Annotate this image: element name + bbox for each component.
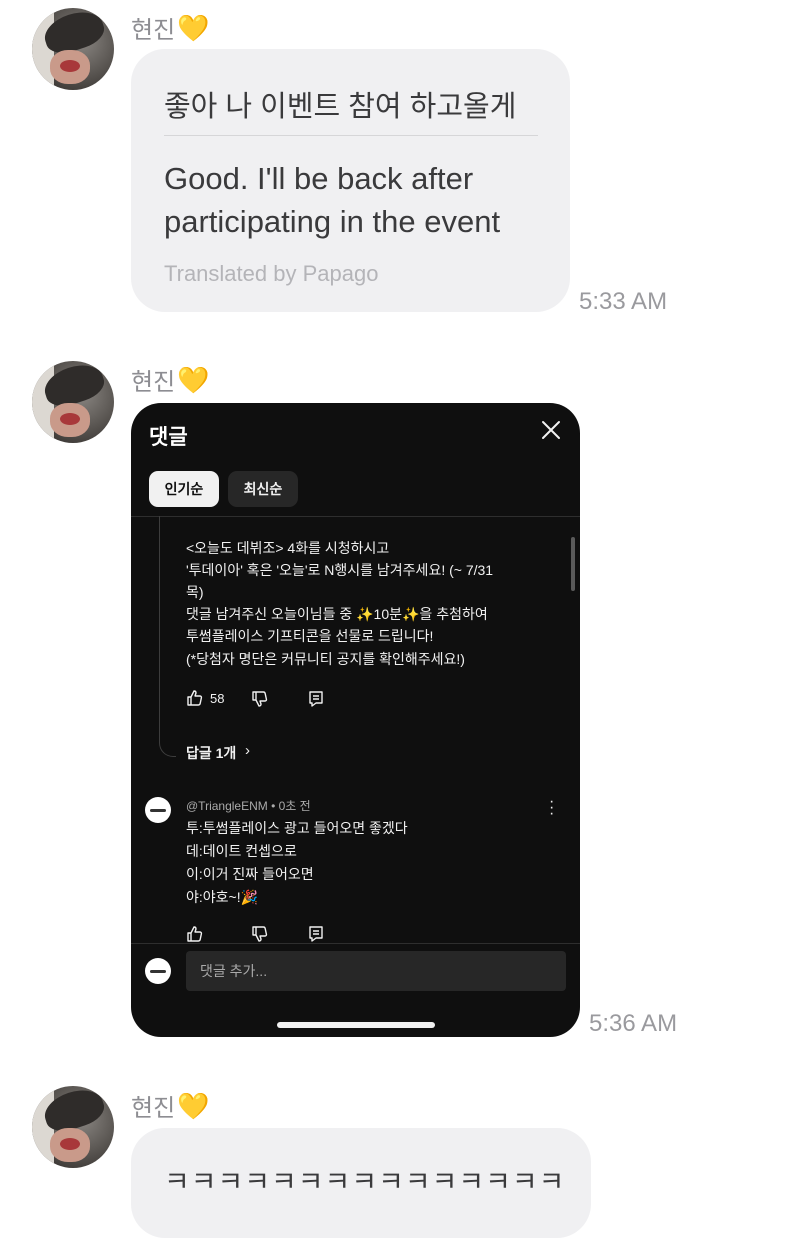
comment-line: 투썸플레이스 기프티콘을 선물로 드립니다! [186,628,434,644]
comment-line: 목) [186,584,204,600]
translation-divider [164,135,538,136]
comment-line: <오늘도 데뷔조> 4화를 시청하시고 [186,540,390,556]
avatar[interactable] [32,361,114,443]
comment-author: @TriangleENM • 0초 전 [186,799,311,813]
heart-icon: 💛 [177,1090,210,1121]
comments-title: 댓글 [149,426,188,449]
message-bubble[interactable]: 좋아 나 이벤트 참여 하고올게 Good. I'll be back afte… [131,49,570,312]
tab-latest: 최신순 [228,471,298,507]
sender-name: 현진 💛 [131,1088,210,1123]
avatar[interactable] [32,1086,114,1168]
scrollbar [571,537,575,591]
message-bubble[interactable]: ㅋㅋㅋㅋㅋㅋㅋㅋㅋㅋㅋㅋㅋㅋㅋ [131,1128,591,1238]
sender-label: 현진 [131,369,176,396]
comment-line: (*당첨자 명단은 커뮤니티 공지를 확인해주세요!) [186,651,465,667]
reply-line: 데:데이트 컨셉으로 [186,843,297,859]
chevron-right-icon: › [245,742,250,759]
heart-icon: 💛 [177,364,210,395]
replies-toggle: 답글 1개 [186,745,237,761]
sender-name: 현진 💛 [131,10,210,45]
thumbs-up-icon [187,690,203,706]
reply-line: 투:투썸플레이스 광고 들어오면 좋겠다 [186,820,408,836]
translated-by-label: Translated by Papago [164,261,379,286]
home-indicator [277,1022,435,1028]
sender-label: 현진 [131,1095,176,1122]
message-time: 5:36 AM [589,1010,678,1037]
tab-popular: 인기순 [149,471,219,507]
divider [131,943,580,944]
comment-line: 댓글 남겨주신 오늘이님들 중 ✨10분✨을 추첨하여 [186,606,488,622]
thumbs-down-icon [252,926,268,942]
like-action: 58 [186,689,224,707]
reply-line: 이:이거 진짜 들어오면 [186,866,314,882]
divider [131,516,580,517]
like-count: 58 [210,690,225,706]
reply-icon [309,691,323,707]
comment-line: '투데이아' 혹은 '오늘'로 N행시를 남겨주세요! (~ 7/31 [186,562,494,578]
close-icon [542,421,560,439]
sender-label: 현진 [131,17,176,44]
message-text-translation: Good. I'll be back after participating i… [164,161,501,239]
sender-name: 현진 💛 [131,362,210,397]
reply-line: 야:야호~!🎉 [186,889,259,905]
message-time: 5:33 AM [579,288,668,315]
reply-icon [309,926,323,942]
thumbs-down-icon [252,691,268,707]
more-options-icon: · · · [549,793,555,822]
thumbs-up-icon [187,926,203,942]
user-avatar [145,958,171,984]
message-text-korean: 좋아 나 이벤트 참여 하고올게 [164,91,517,123]
message-text: ㅋㅋㅋㅋㅋㅋㅋㅋㅋㅋㅋㅋㅋㅋㅋ [164,1166,566,1197]
avatar[interactable] [32,8,114,90]
screenshot-image[interactable]: 댓글 인기순 최신순 <오늘도 데뷔조> 4화를 시청하시고 '투데이아' 혹은… [131,403,580,1037]
heart-icon: 💛 [177,12,210,43]
add-comment-input: 댓글 추가... [186,951,566,991]
channel-avatar [145,797,171,823]
reply-thread-line [159,516,176,757]
